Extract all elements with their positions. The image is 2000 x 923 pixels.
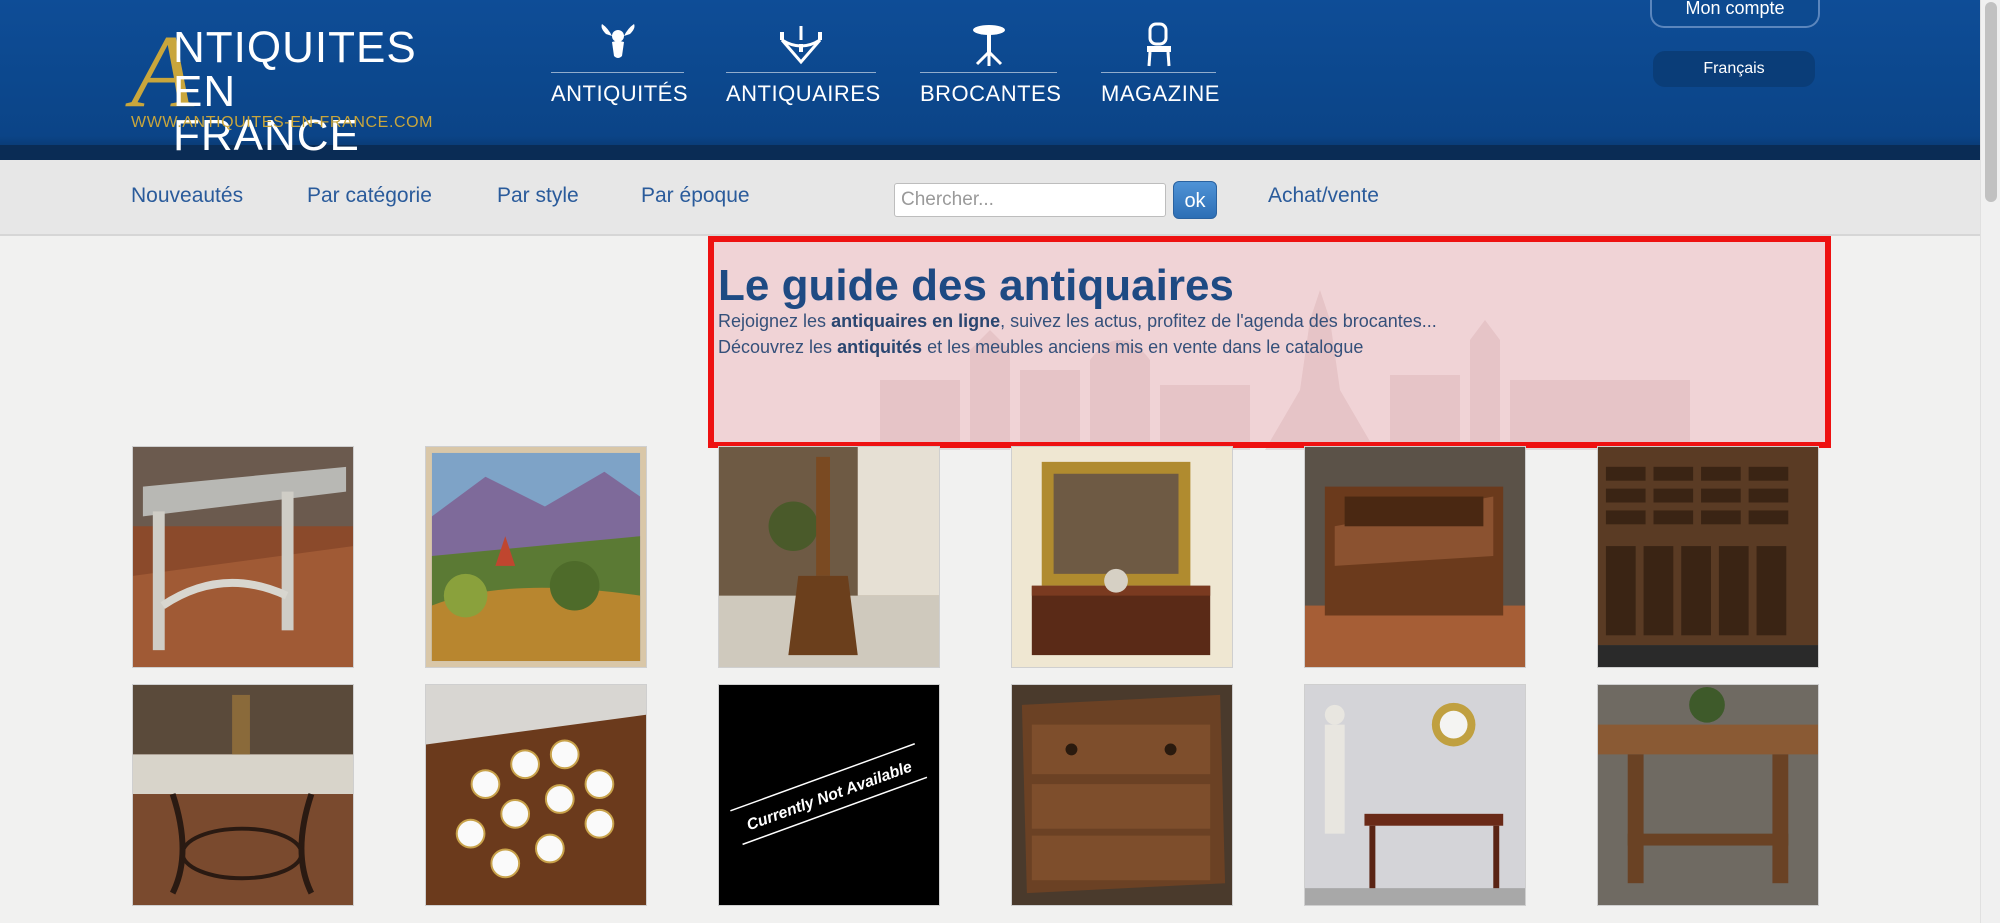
pedestal-table-icon <box>972 25 1005 66</box>
hero-line-2: Découvrez les antiquités et les meubles … <box>718 337 1364 357</box>
product-thumb-slant-front-desk[interactable] <box>1304 446 1526 668</box>
product-thumb-writing-desk-and-clock[interactable] <box>1304 684 1526 906</box>
product-thumb-carved-wooden-candlestick[interactable] <box>718 446 940 668</box>
chandelier-icon <box>780 26 822 65</box>
console-table-image <box>133 447 353 667</box>
product-thumb-farmhouse-table[interactable] <box>1597 684 1819 906</box>
antiquites-link[interactable]: antiquités <box>837 337 922 357</box>
drawer-cabinet-image <box>1598 447 1818 667</box>
subnav-nouveautes[interactable]: Nouveautés <box>131 184 243 208</box>
hero-title: Le guide des antiquaires <box>718 261 1234 310</box>
antiquaires-link[interactable]: antiquaires en ligne <box>831 311 1000 331</box>
language-selector[interactable]: Français <box>1653 51 1815 87</box>
product-thumb-drawer-cabinet[interactable] <box>1597 446 1819 668</box>
nav-label: BROCANTES <box>920 81 1062 106</box>
nav-separator <box>551 72 684 73</box>
product-thumb-porcelain-cups-set[interactable] <box>425 684 647 906</box>
mirror-buffet-image <box>1012 447 1232 667</box>
cherub-icon <box>601 24 634 58</box>
nav-brocantes[interactable]: BROCANTES <box>920 22 1062 107</box>
chair-icon <box>1146 22 1171 67</box>
scrollbar-thumb[interactable] <box>1985 2 1997 202</box>
sub-navigation: Nouveautés Par catégorie Par style Par é… <box>0 160 1980 236</box>
vertical-scrollbar[interactable] <box>1980 0 2000 923</box>
nav-separator <box>920 72 1057 73</box>
account-button[interactable]: Mon compte <box>1650 0 1820 28</box>
commode-image <box>1012 685 1232 905</box>
subnav-par-categorie[interactable]: Par catégorie <box>307 184 432 208</box>
search-input[interactable] <box>894 183 1166 217</box>
hero-line-1: Rejoignez les antiquaires en ligne, suiv… <box>718 311 1437 331</box>
cups-image <box>426 685 646 905</box>
product-thumb-landscape-painting[interactable] <box>425 446 647 668</box>
desk-clock-image <box>1305 685 1525 905</box>
painting-image <box>426 447 646 667</box>
search-submit-button[interactable]: ok <box>1173 181 1217 219</box>
not-available-placeholder: Currently Not Available <box>719 685 939 905</box>
nav-antiquaires[interactable]: ANTIQUAIRES <box>726 22 881 107</box>
subnav-par-epoque[interactable]: Par époque <box>641 184 750 208</box>
subnav-par-style[interactable]: Par style <box>497 184 579 208</box>
desk-image <box>1305 447 1525 667</box>
product-thumb-carved-console-table[interactable] <box>132 446 354 668</box>
nav-label: MAGAZINE <box>1101 81 1220 106</box>
product-thumb-iron-garden-table[interactable] <box>132 684 354 906</box>
iron-table-image <box>133 685 353 905</box>
nav-label: ANTIQUAIRES <box>726 81 881 106</box>
nav-separator <box>1101 72 1216 73</box>
subnav-achat-vente[interactable]: Achat/vente <box>1268 184 1379 208</box>
site-header: A NTIQUITES EN FRANCE WWW.ANTIQUITES-EN-… <box>0 0 1980 160</box>
product-thumb-currently-not-available[interactable]: Currently Not Available <box>718 684 940 906</box>
logo-line1: NTIQUITES <box>173 23 417 72</box>
candlestick-image <box>719 447 939 667</box>
farmhouse-table-image <box>1598 685 1818 905</box>
nav-separator <box>726 72 876 73</box>
product-thumb-gilt-mirror-and-buffet[interactable] <box>1011 446 1233 668</box>
logo-url: WWW.ANTIQUITES-EN-FRANCE.COM <box>131 114 434 131</box>
site-logo[interactable]: A NTIQUITES EN FRANCE WWW.ANTIQUITES-EN-… <box>131 20 436 158</box>
nav-magazine[interactable]: MAGAZINE <box>1101 22 1220 107</box>
nav-antiquites[interactable]: ANTIQUITÉS <box>551 22 689 107</box>
nav-label: ANTIQUITÉS <box>551 81 689 106</box>
product-thumb-carved-commode[interactable] <box>1011 684 1233 906</box>
